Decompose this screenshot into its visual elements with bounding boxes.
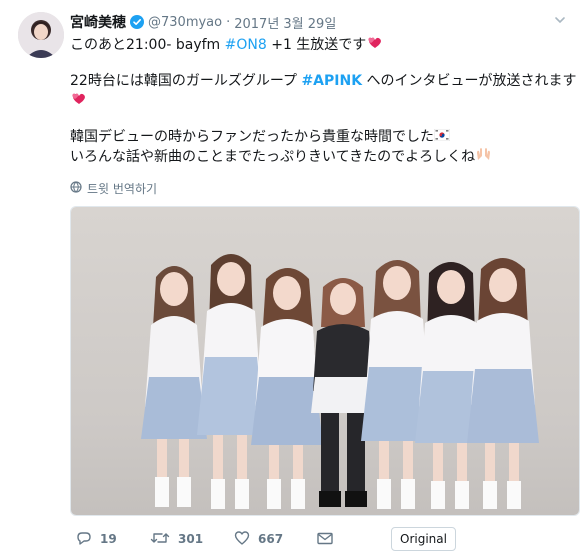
text-segment: 22時台には韓国のガールズグループ: [70, 73, 302, 89]
author-avatar[interactable]: [18, 12, 64, 58]
original-language-button[interactable]: Original: [391, 527, 456, 551]
reply-icon: [76, 530, 92, 549]
tweet-text: このあと21:00- bayfm #ON8 +1 生放送です 22時台には韓国の…: [70, 35, 577, 167]
reply-button[interactable]: 19: [76, 527, 117, 551]
verified-badge-icon: [130, 15, 144, 29]
group-photo-illustration: [71, 207, 579, 515]
direct-message-button[interactable]: [316, 527, 334, 551]
raising-hands-emoji-icon: [475, 148, 492, 165]
reply-count: 19: [100, 532, 117, 546]
retweet-icon: [150, 530, 170, 549]
text-segment: へのインタビューが放送されます: [362, 73, 577, 89]
two-hearts-emoji-icon: [70, 93, 87, 109]
text-segment: 韓国デビューの時からファンだったから貴重な時間でした: [70, 129, 434, 145]
text-segment: +1 生放送です: [266, 37, 367, 53]
translate-tweet-link[interactable]: 트윗 번역하기: [70, 180, 157, 197]
like-count: 667: [258, 532, 284, 546]
tweet-line-4: 韓国デビューの時からファンだったから貴重な時間でした: [70, 128, 560, 147]
tweet-line-2: 22時台には韓国のガールズグループ #APINK へのインタビューが放送されます: [70, 72, 577, 91]
header-separator: ·: [226, 14, 231, 30]
like-button[interactable]: 667: [234, 527, 283, 551]
tweet-line-5: いろんな話や新曲のことまでたっぷりきいてきたのでよろしくね: [70, 147, 560, 167]
heart-icon: [234, 530, 250, 549]
hashtag-apink[interactable]: #APINK: [301, 73, 362, 89]
tweet-card: 宮崎美穂 @730myao · 2017년 3월 29일 このあと21:00- …: [0, 0, 585, 555]
text-segment: いろんな話や新曲のことまでたっぷりきいてきたのでよろしくね: [70, 149, 476, 165]
retweet-button[interactable]: 301: [150, 527, 203, 551]
korea-flag-emoji-icon: [433, 128, 451, 145]
two-hearts-emoji-icon: [366, 37, 383, 53]
tweet-header: 宮崎美穂 @730myao · 2017년 3월 29일: [70, 12, 336, 32]
tweet-date[interactable]: 2017년 3월 29일: [234, 13, 336, 32]
chevron-down-icon[interactable]: [553, 12, 567, 26]
author-handle[interactable]: @730myao: [148, 15, 222, 30]
tweet-line-3: [70, 91, 560, 111]
tweet-actions: 19 301 667 Original: [70, 527, 570, 551]
hashtag-on8[interactable]: #ON8: [225, 37, 267, 53]
text-segment: このあと21:00- bayfm: [70, 37, 225, 53]
globe-icon: [70, 181, 82, 196]
envelope-icon: [316, 530, 334, 549]
tweet-line-1: このあと21:00- bayfm #ON8 +1 生放送です: [70, 35, 560, 55]
tweet-photo[interactable]: [70, 206, 580, 516]
translate-label[interactable]: 트윗 번역하기: [87, 180, 157, 197]
retweet-count: 301: [178, 532, 204, 546]
author-name[interactable]: 宮崎美穂: [70, 12, 126, 32]
